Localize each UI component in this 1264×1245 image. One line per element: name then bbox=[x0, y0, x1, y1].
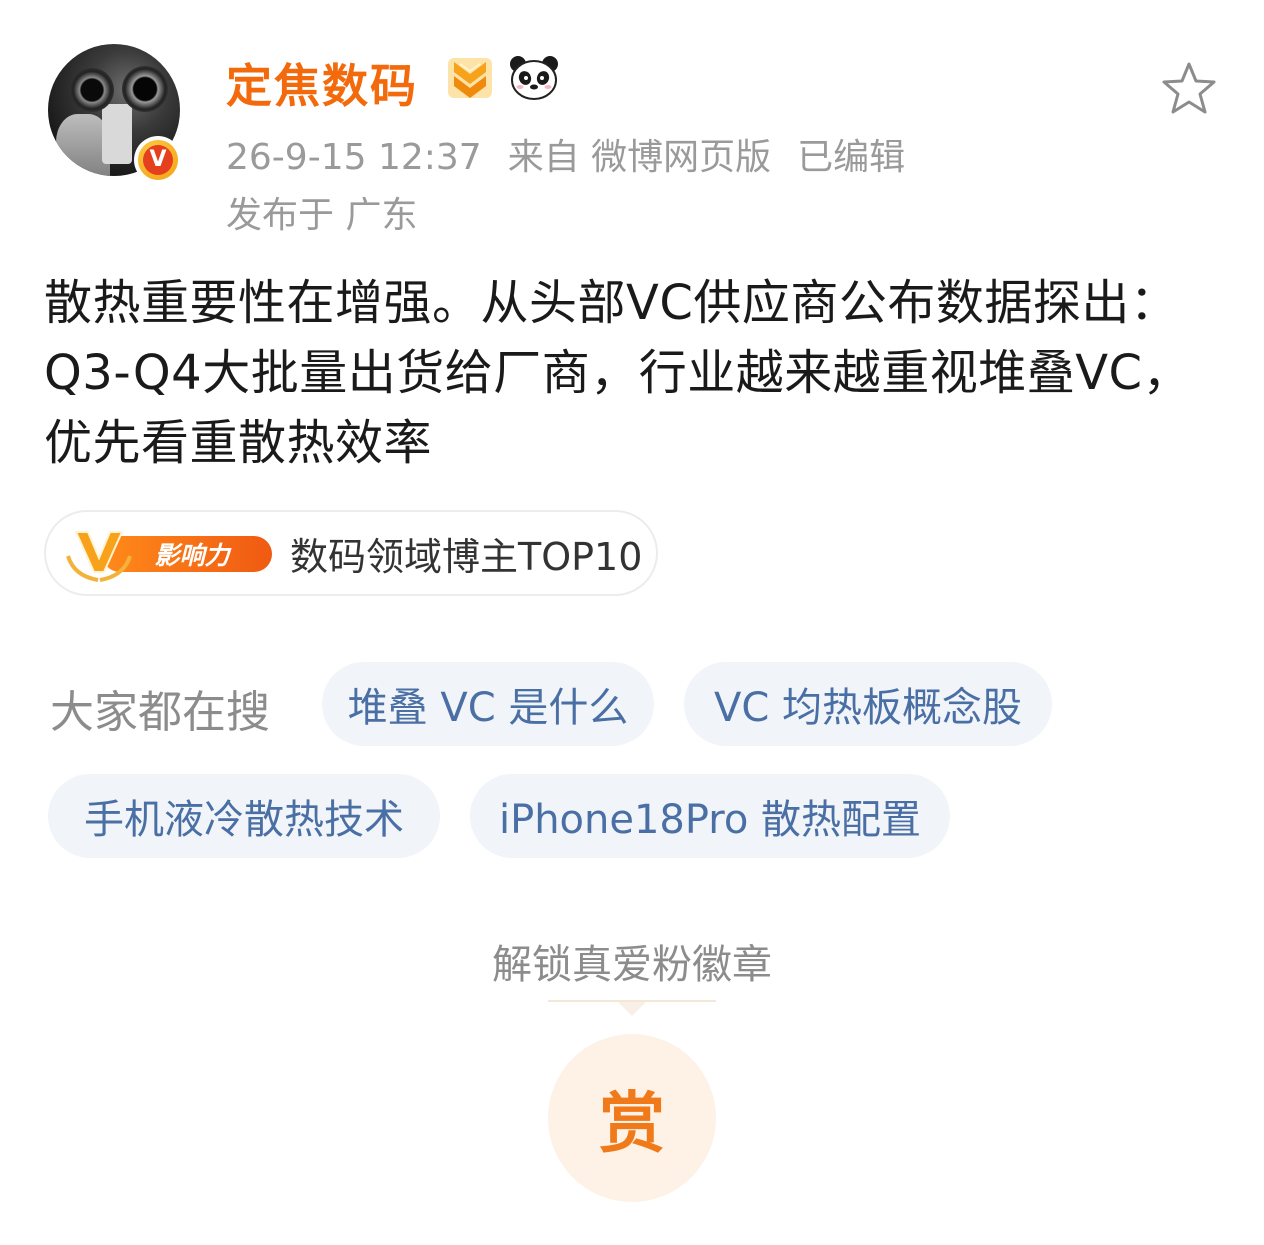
search-chip[interactable]: 堆叠 VC 是什么 bbox=[322, 662, 654, 746]
tip-button[interactable]: 赏 bbox=[548, 1034, 716, 1202]
hot-search-label: 大家都在搜 bbox=[50, 687, 270, 738]
influence-v-icon bbox=[66, 531, 132, 582]
post-location: 发布于 广东 bbox=[226, 195, 418, 236]
search-chip[interactable]: VC 均热板概念股 bbox=[684, 662, 1052, 746]
rank-chevron-icon[interactable] bbox=[446, 54, 494, 102]
star-outline-icon[interactable] bbox=[1160, 60, 1218, 118]
post-content: 散热重要性在增强。从头部VC供应商公布数据探出：Q3-Q4大批量出货给厂商，行业… bbox=[44, 275, 1192, 471]
avatar-lens-right bbox=[122, 66, 168, 112]
search-chip[interactable]: 手机液冷散热技术 bbox=[48, 774, 440, 858]
panda-icon[interactable] bbox=[508, 54, 560, 102]
search-chip[interactable]: iPhone18Pro 散热配置 bbox=[470, 774, 950, 858]
post-timestamp: 26-9-15 12:37 bbox=[226, 137, 482, 178]
post-meta: 26-9-15 12:37 来自 微博网页版 已编辑 bbox=[226, 128, 931, 180]
verified-v-icon: V bbox=[134, 136, 182, 184]
post-source: 来自 微博网页版 bbox=[507, 137, 772, 178]
username[interactable]: 定焦数码 bbox=[226, 50, 418, 116]
unlock-fan-badge-text[interactable]: 解锁真爱粉徽章 bbox=[0, 932, 1264, 990]
edited-label[interactable]: 已编辑 bbox=[797, 137, 905, 178]
avatar-camera-body bbox=[102, 104, 132, 164]
unlock-caret bbox=[618, 1002, 646, 1016]
influence-tag[interactable]: 影响力 数码领域博主TOP10 bbox=[44, 510, 658, 596]
influence-badge: 影响力 bbox=[64, 526, 274, 582]
avatar-lens-left bbox=[70, 68, 114, 112]
tip-label: 赏 bbox=[599, 1085, 665, 1162]
influence-text: 数码领域博主TOP10 bbox=[290, 534, 643, 579]
